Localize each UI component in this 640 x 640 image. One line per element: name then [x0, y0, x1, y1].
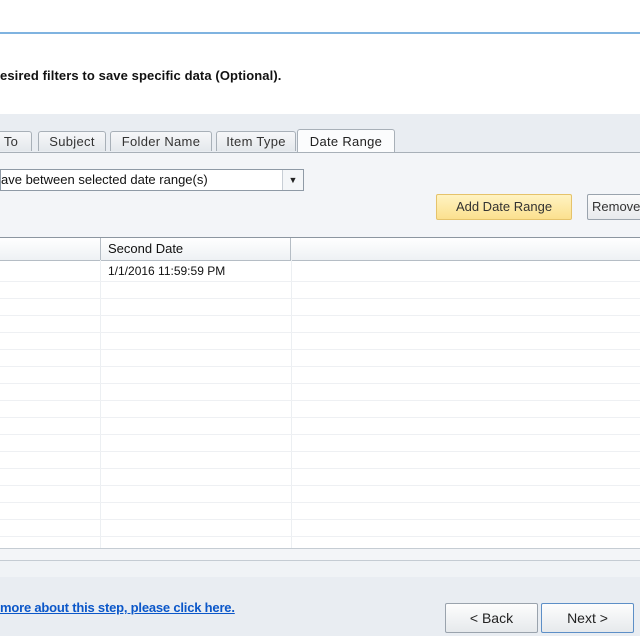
table-row-cell-extra[interactable] [291, 263, 640, 280]
column-divider [291, 260, 292, 548]
next-button[interactable]: Next > [541, 603, 634, 633]
row-divider [0, 468, 640, 469]
row-divider [0, 400, 640, 401]
grid-scroll-area [0, 560, 640, 577]
tab-item-type[interactable]: Item Type [216, 131, 296, 151]
column-divider [100, 260, 101, 548]
row-divider [0, 315, 640, 316]
row-divider [0, 281, 640, 282]
window-bottom-edge [0, 636, 640, 640]
column-header-second-date[interactable]: Second Date [101, 238, 291, 260]
row-divider [0, 349, 640, 350]
table-row-cell-second-date[interactable]: 1/1/2016 11:59:59 PM [100, 263, 291, 280]
row-divider [0, 383, 640, 384]
row-divider [0, 502, 640, 503]
help-link[interactable]: more about this step, please click here. [0, 600, 235, 615]
back-button[interactable]: < Back [445, 603, 538, 633]
row-divider [0, 536, 640, 537]
row-divider [0, 519, 640, 520]
tab-to[interactable]: To [0, 131, 32, 151]
date-filter-value: ave between selected date range(s) [1, 172, 208, 187]
row-divider [0, 366, 640, 367]
step-instruction: esired filters to save specific data (Op… [0, 68, 282, 83]
row-divider [0, 417, 640, 418]
remove-button[interactable]: Remove [587, 194, 640, 220]
row-divider [0, 298, 640, 299]
dropdown-arrow-icon[interactable]: ▼ [282, 170, 303, 190]
tab-subject[interactable]: Subject [38, 131, 106, 151]
row-divider [0, 485, 640, 486]
column-header-empty [291, 238, 640, 260]
row-divider [0, 451, 640, 452]
add-date-range-button[interactable]: Add Date Range [436, 194, 572, 220]
tab-folder-name[interactable]: Folder Name [110, 131, 212, 151]
tab-date-range[interactable]: Date Range [297, 129, 395, 153]
row-divider [0, 434, 640, 435]
row-divider [0, 332, 640, 333]
column-header-first-date[interactable] [0, 238, 101, 260]
table-row-cell-first-date[interactable] [0, 263, 100, 280]
date-filter-select[interactable]: ave between selected date range(s) ▼ [0, 169, 304, 191]
date-range-grid: Second Date 1/1/2016 11:59:59 PM [0, 237, 640, 549]
window-titlebar [0, 0, 640, 34]
